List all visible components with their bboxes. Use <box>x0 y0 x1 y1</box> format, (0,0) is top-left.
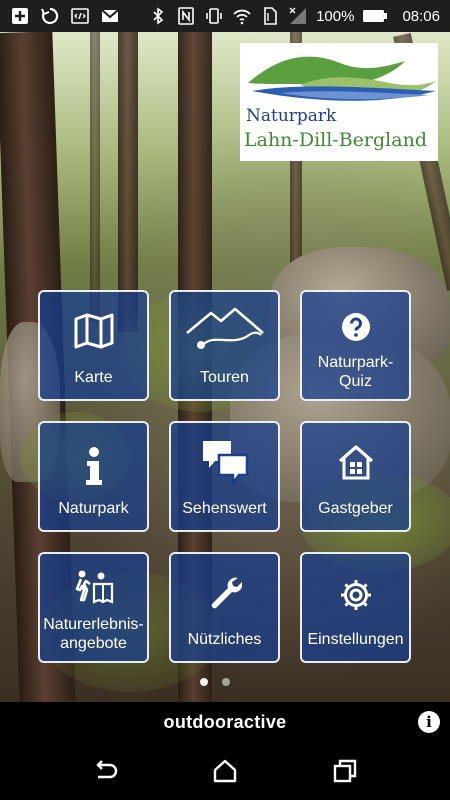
map-icon <box>73 313 115 354</box>
logo-line-1: Naturpark <box>246 106 337 126</box>
tile-label: Naturerlebnis- angebote <box>43 616 144 652</box>
page-dot[interactable] <box>200 678 208 686</box>
tile-naturerlebnis[interactable]: Naturerlebnis- angebote <box>38 552 149 663</box>
gmail-icon <box>100 6 120 26</box>
sim-icon <box>260 6 280 26</box>
tile-gastgeber[interactable]: Gastgeber <box>300 421 411 532</box>
tile-nuetzliches[interactable]: Nützliches <box>169 552 280 663</box>
tile-touren[interactable]: Touren <box>169 290 280 401</box>
sync-icon <box>40 6 60 26</box>
house-icon <box>337 444 375 485</box>
question-icon <box>341 312 371 347</box>
wifi-icon <box>232 6 252 26</box>
status-bar: 100% 08:06 <box>0 0 450 32</box>
tour-route-icon <box>183 303 267 356</box>
tile-label: Sehenswert <box>182 500 267 517</box>
nfc-icon <box>176 6 196 26</box>
battery-percent: 100% <box>316 7 355 25</box>
home-icon[interactable] <box>212 758 238 784</box>
recents-icon[interactable] <box>332 758 358 784</box>
tile-label: Nützliches <box>187 631 262 648</box>
tile-label: Gastgeber <box>318 500 393 517</box>
page-indicator <box>200 678 230 686</box>
tile-quiz[interactable]: Naturpark- Quiz <box>300 290 411 401</box>
tile-label: Naturpark <box>58 500 129 517</box>
battery-icon <box>362 6 388 26</box>
tile-label: Naturpark- Quiz <box>317 354 394 390</box>
tile-label: Karte <box>74 369 113 386</box>
navigation-bar <box>0 742 450 800</box>
tile-sehenswert[interactable]: Sehenswert <box>169 421 280 532</box>
gear-icon <box>339 578 373 617</box>
tile-naturpark[interactable]: Naturpark <box>38 421 149 532</box>
add-icon <box>10 6 30 26</box>
info-icon <box>85 446 103 490</box>
wrench-icon <box>208 575 242 616</box>
code-icon <box>70 6 90 26</box>
naturpark-logo: Naturpark Lahn-Dill-Bergland <box>240 43 438 161</box>
tile-label: Einstellungen <box>307 631 404 648</box>
clock: 08:06 <box>402 7 440 25</box>
hikers-icon <box>71 570 117 613</box>
tile-karte[interactable]: Karte <box>38 290 149 401</box>
brand-name: outdooractive <box>163 712 287 732</box>
brand-bar: outdooractive i <box>0 702 450 742</box>
page-dot[interactable] <box>222 678 230 686</box>
signal-icon <box>288 6 308 26</box>
back-icon[interactable] <box>92 758 118 784</box>
speech-bubbles-icon <box>201 439 249 490</box>
vibrate-icon <box>204 6 224 26</box>
bluetooth-icon <box>148 6 168 26</box>
tile-label: Touren <box>200 369 249 386</box>
logo-line-2: Lahn-Dill-Bergland <box>244 129 427 151</box>
info-icon[interactable]: i <box>418 711 440 733</box>
tile-einstellungen[interactable]: Einstellungen <box>300 552 411 663</box>
